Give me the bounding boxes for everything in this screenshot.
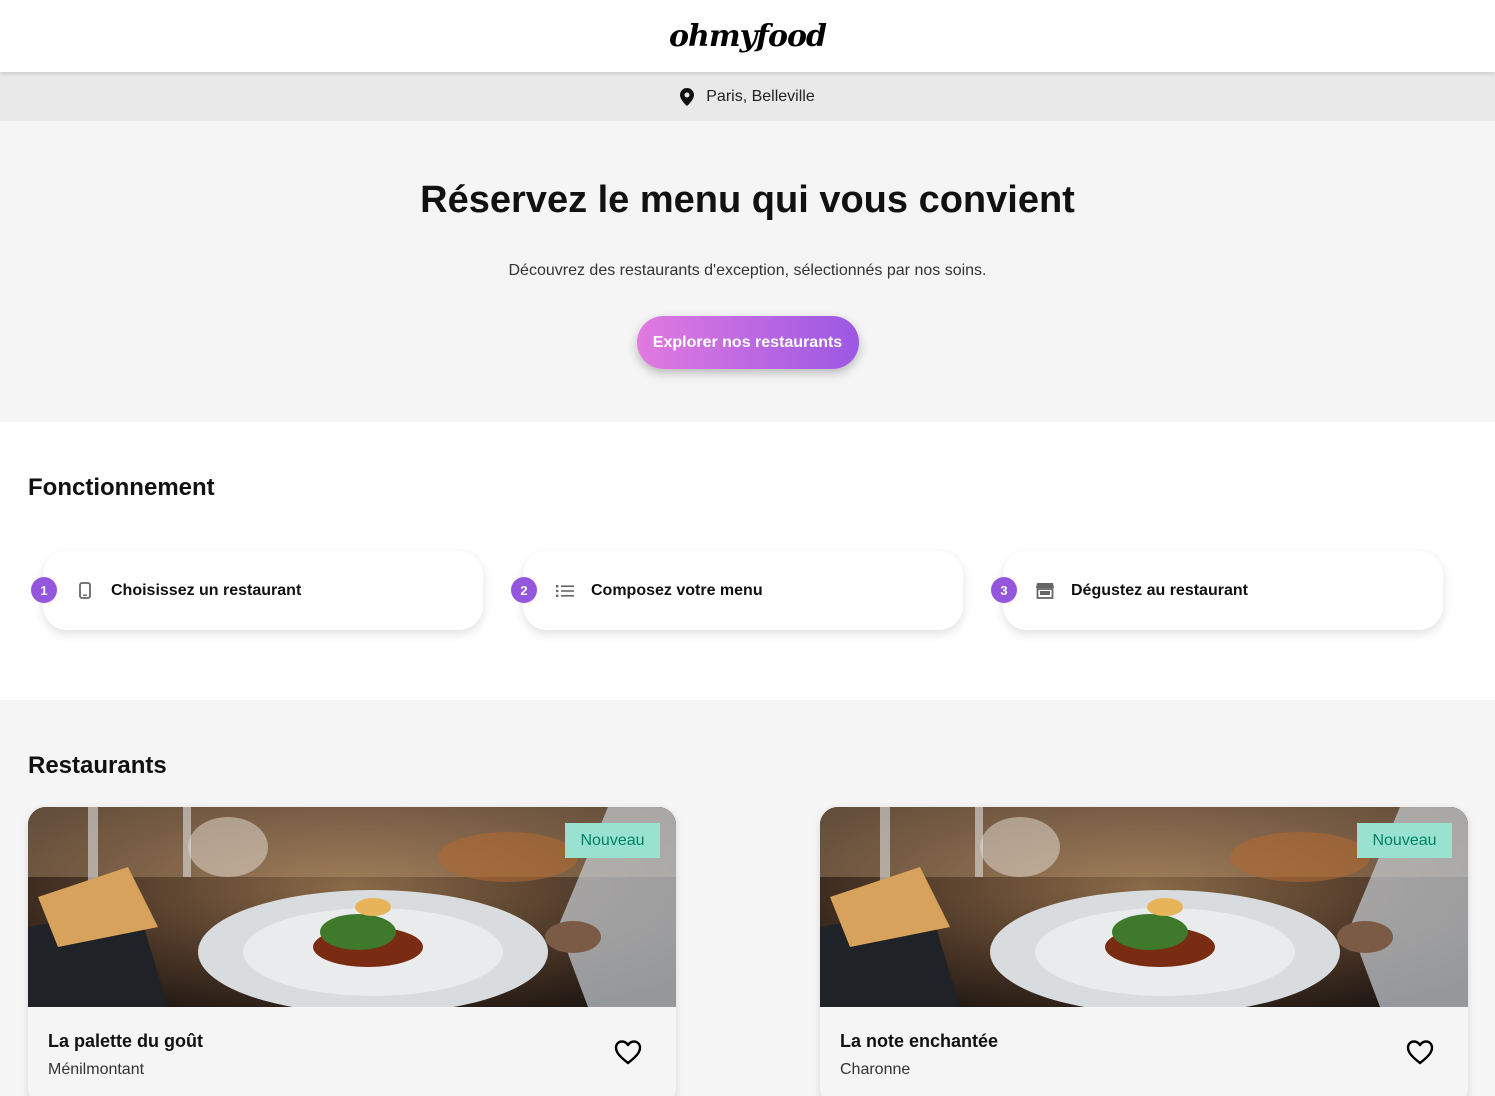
list-icon: [555, 581, 575, 601]
location-text: Paris, Belleville: [706, 87, 815, 105]
heart-icon[interactable]: [614, 1039, 642, 1065]
step-label: Choisissez un restaurant: [111, 581, 302, 599]
hero-subtitle: Découvrez des restaurants d'exception, s…: [508, 262, 987, 279]
new-badge: Nouveau: [565, 823, 660, 858]
card-body: La note enchantée Charonne: [820, 1007, 1468, 1079]
restaurants-section: Restaurants Nouveau La palette du goût M…: [0, 700, 1495, 1096]
restaurant-area: Ménilmontant: [48, 1061, 145, 1078]
logo[interactable]: ohmyfood: [669, 19, 827, 54]
new-badge: Nouveau: [1357, 823, 1452, 858]
restaurant-name: La note enchantée: [840, 1031, 999, 1051]
step-card-3[interactable]: 3 Dégustez au restaurant: [991, 551, 1443, 630]
header: ohmyfood: [0, 0, 1495, 72]
step-number-badge: 2: [511, 577, 537, 603]
store-icon: [1035, 581, 1055, 601]
step-label: Composez votre menu: [591, 581, 763, 599]
location-bar: Paris, Belleville: [0, 72, 1495, 121]
hero-section: Réservez le menu qui vous convient Décou…: [0, 121, 1495, 422]
mobile-phone-icon: [75, 581, 95, 601]
restaurant-name: La palette du goût: [48, 1031, 203, 1051]
how-it-works-section: Fonctionnement 1 Choisissez un restauran…: [0, 422, 1495, 700]
card-body: La palette du goût Ménilmontant: [28, 1007, 676, 1079]
location-pin-icon: [680, 87, 695, 106]
heart-icon[interactable]: [1406, 1039, 1434, 1065]
restaurant-photo: Nouveau: [28, 807, 676, 1007]
explore-restaurants-button[interactable]: Explorer nos restaurants: [636, 316, 859, 369]
step-card-2[interactable]: 2 Composez votre menu: [511, 551, 963, 630]
restaurant-card[interactable]: Nouveau La palette du goût Ménilmontant: [28, 807, 676, 1096]
restaurant-photo: Nouveau: [820, 807, 1468, 1007]
step-card-1[interactable]: 1 Choisissez un restaurant: [31, 551, 483, 630]
restaurant-card[interactable]: Nouveau La note enchantée Charonne: [820, 807, 1468, 1096]
section-title-restaurants: Restaurants: [28, 752, 167, 779]
step-number-badge: 1: [31, 577, 57, 603]
restaurant-area: Charonne: [840, 1061, 911, 1078]
step-label: Dégustez au restaurant: [1071, 581, 1248, 599]
section-title-fonctionnement: Fonctionnement: [28, 474, 215, 501]
step-number-badge: 3: [991, 577, 1017, 603]
hero-title: Réservez le menu qui vous convient: [420, 179, 1075, 221]
